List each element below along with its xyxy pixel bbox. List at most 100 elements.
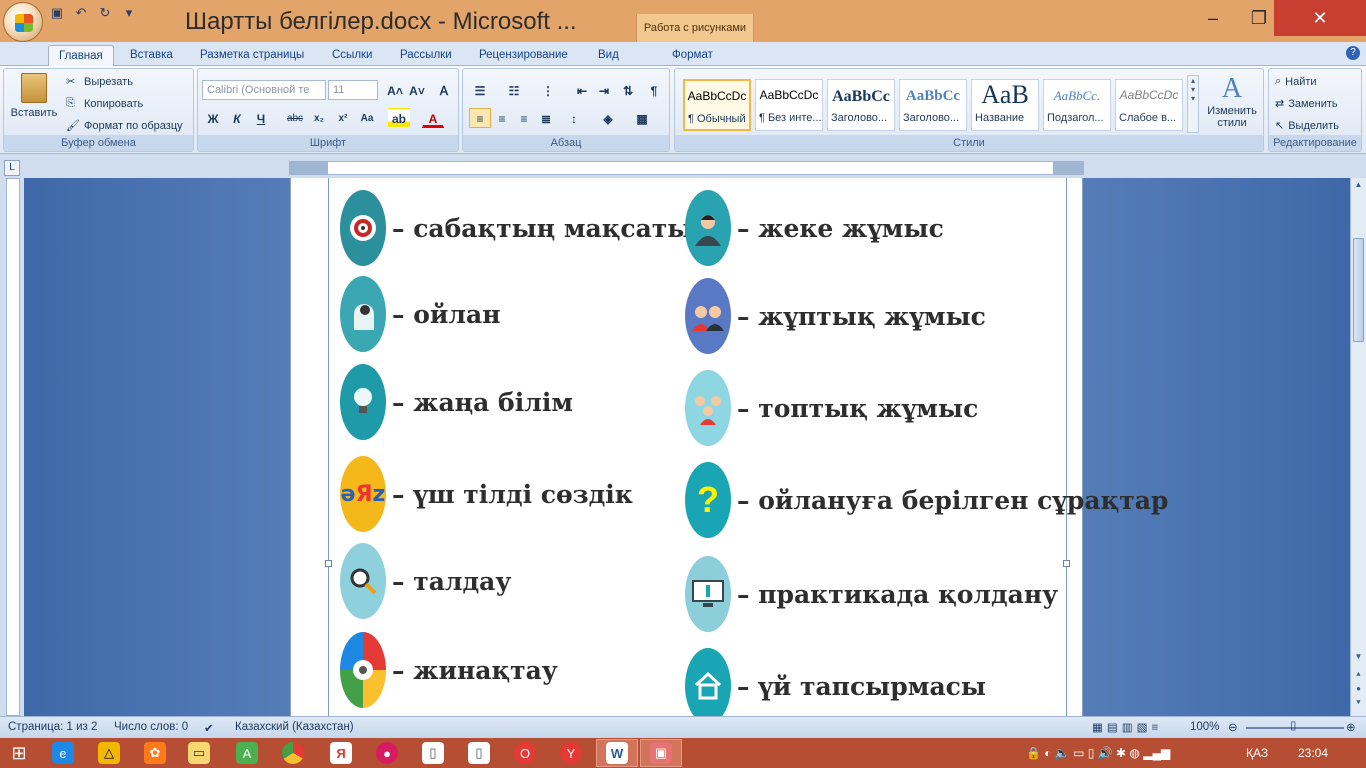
style-title[interactable]: AaB Название [971,79,1039,131]
align-right-button[interactable]: ≡ [513,108,535,128]
windows-start-icon[interactable]: ⊞ [8,742,30,764]
style-no-spacing[interactable]: AaBbCcDc ¶ Без инте... [755,79,823,131]
highlight-button[interactable]: ab [388,108,410,128]
vertical-ruler[interactable] [0,178,24,716]
app-icon[interactable]: △ [98,742,120,764]
zoom-out-icon[interactable]: ⊖ [1228,720,1238,734]
find-button[interactable]: ⌕ Найти [1275,75,1317,88]
zoom-in-icon[interactable]: ⊕ [1346,720,1356,734]
style-normal[interactable]: AaBbCcDc ¶ Обычный [683,79,751,131]
shading-button[interactable]: ◈ [597,108,619,128]
next-page-icon[interactable]: ⯆ [1353,698,1364,710]
spellcheck-icon[interactable]: ✔ [204,721,214,735]
word-count[interactable]: Число слов: 0 [114,721,188,733]
bullets-button[interactable]: ☰ [469,80,491,100]
app-icon[interactable]: ✿ [144,742,166,764]
page-count[interactable]: Страница: 1 из 2 [8,721,97,733]
decrease-indent-button[interactable]: ⇤ [571,80,593,100]
bold-button[interactable]: Ж [202,108,224,128]
line-spacing-button[interactable]: ↕ [563,108,585,128]
tab-view[interactable]: Вид [588,45,629,66]
sort-button[interactable]: ⇅ [617,80,639,100]
font-size-field[interactable]: 11 [328,80,378,100]
undo-icon[interactable]: ↶ [72,4,90,22]
style-heading-2[interactable]: AaBbCc Заголово... [899,79,967,131]
clock[interactable]: 23:04 [1298,746,1328,760]
horizontal-ruler[interactable] [24,158,1342,178]
format-painter-button[interactable]: 🖌 Формат по образцу [66,119,183,133]
browse-object-icon[interactable]: ● [1353,684,1364,696]
office-button[interactable] [3,2,43,42]
shrink-font-button[interactable]: A˅ [406,80,428,100]
app-icon[interactable]: ● [376,742,398,764]
style-subtle-emphasis[interactable]: AaBbCcDc Слабое в... [1115,79,1183,131]
underline-button[interactable]: Ч [250,108,272,128]
borders-button[interactable]: ▦ [631,108,653,128]
style-name: Заголово... [903,112,960,124]
tray-icons[interactable]: 🔒 ◐ 🔈 ▭ ▯ 🔊 ✱ ◍ ▂▄▆ [1026,746,1170,760]
tab-mailings[interactable]: Рассылки [390,45,462,66]
align-left-button[interactable]: ≡ [469,108,491,128]
opera-icon[interactable]: O [514,742,536,764]
resize-handle[interactable] [1063,560,1070,567]
font-name-field[interactable]: Calibri (Основной те [202,80,326,100]
align-center-button[interactable]: ≡ [491,108,513,128]
save-icon[interactable]: ▣ [48,4,66,22]
vertical-scrollbar[interactable]: ▲ ▼ ⯅ ● ⯆ [1350,178,1366,716]
document-icon[interactable]: ▯ [468,742,490,764]
yandex-browser-icon[interactable]: Y [560,742,582,764]
paste-button[interactable]: Вставить [8,73,60,119]
change-styles-button[interactable]: A Изменить стили [1203,75,1261,130]
minimize-button[interactable]: – [1190,0,1236,36]
scroll-down-icon[interactable]: ▼ [1353,652,1364,664]
tab-references[interactable]: Ссылки [322,45,383,66]
tab-home[interactable]: Главная [48,45,114,66]
word-icon[interactable]: W [606,742,628,764]
strikethrough-button[interactable]: abc [284,108,306,128]
copy-button[interactable]: ⎘ Копировать [66,97,143,110]
cut-button[interactable]: ✂ Вырезать [66,75,133,89]
style-subtitle[interactable]: AaBbCc. Подзагол... [1043,79,1111,131]
replace-button[interactable]: ⇄ Заменить [1275,97,1338,111]
yandex-icon[interactable]: Я [330,742,352,764]
styles-scroll[interactable]: ▴ ▾ ▾ [1187,75,1199,133]
zoom-level[interactable]: 100% [1190,721,1219,733]
tab-page-layout[interactable]: Разметка страницы [190,45,314,66]
italic-button[interactable]: К [226,108,248,128]
increase-indent-button[interactable]: ⇥ [593,80,615,100]
show-marks-button[interactable]: ¶ [643,80,665,100]
justify-button[interactable]: ≣ [535,108,557,128]
change-case-button[interactable]: Aa [356,108,378,128]
language-indicator[interactable]: Казахский (Казахстан) [235,721,354,733]
grow-font-button[interactable]: A˄ [384,80,406,100]
customize-qat-icon[interactable]: ▾ [120,4,138,22]
style-heading-1[interactable]: AaBbCc Заголово... [827,79,895,131]
app-icon[interactable]: ▣ [650,742,672,764]
tab-insert[interactable]: Вставка [120,45,183,66]
subscript-button[interactable]: x₂ [308,108,330,128]
tab-format[interactable]: Формат [662,45,723,66]
view-buttons[interactable]: ▦▤▥▧≡ [1092,720,1162,734]
chrome-icon[interactable] [282,742,304,764]
multilevel-list-button[interactable]: ⋮ [537,80,559,100]
help-icon[interactable]: ? [1346,46,1360,60]
scroll-thumb[interactable] [1353,238,1364,342]
prev-page-icon[interactable]: ⯅ [1353,670,1364,682]
clear-format-button[interactable]: Ａ [433,80,455,100]
input-language[interactable]: ҚАЗ [1246,746,1268,760]
superscript-button[interactable]: x² [332,108,354,128]
scroll-up-icon[interactable]: ▲ [1353,180,1364,192]
ie-icon[interactable]: e [52,742,74,764]
zoom-thumb[interactable]: ▯ [1290,718,1296,732]
select-button[interactable]: ↖ Выделить [1275,119,1339,133]
redo-icon[interactable]: ↻ [96,4,114,22]
numbering-button[interactable]: ☷ [503,80,525,100]
app-icon[interactable]: A [236,742,258,764]
document-icon[interactable]: ▯ [422,742,444,764]
close-button[interactable]: ✕ [1274,0,1366,36]
file-explorer-icon[interactable]: ▭ [188,742,210,764]
tab-review[interactable]: Рецензирование [469,45,578,66]
ruler-tab-selector[interactable]: L [4,160,20,176]
font-color-button[interactable]: A [422,108,444,128]
resize-handle[interactable] [325,560,332,567]
